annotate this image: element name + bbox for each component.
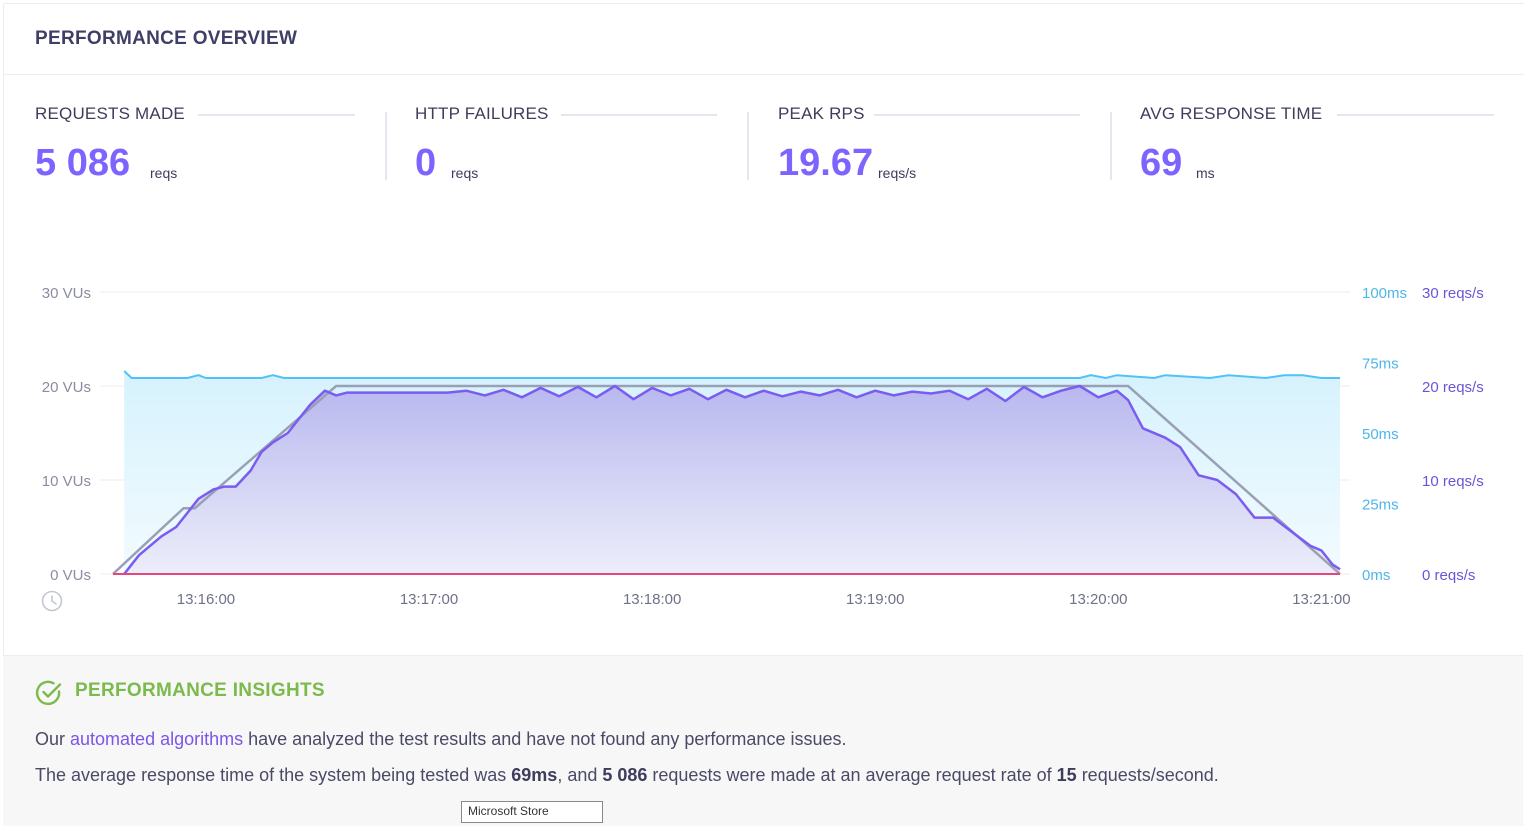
x-axis-tick-label: 13:17:00 <box>400 591 458 608</box>
x-axis-tick-label: 13:20:00 <box>1069 591 1127 608</box>
rps-axis-tick-label: 30 reqs/s <box>1422 285 1484 302</box>
insight-text: have analyzed the test results and have … <box>243 729 847 749</box>
insight-text: The average response time of the system … <box>35 765 512 785</box>
x-axis-tick-label: 13:19:00 <box>846 591 904 608</box>
insight-text: Our <box>35 729 71 749</box>
automated-algorithms-link[interactable]: automated algorithms <box>70 729 243 749</box>
ms-axis-tick-label: 100ms <box>1362 285 1407 302</box>
rps-axis-tick-label: 0 reqs/s <box>1422 567 1475 584</box>
performance-chart[interactable]: 0 VUs 10 VUs 20 VUs 30 VUs 0ms 25ms 50ms 75ms 10… <box>0 0 1524 650</box>
ms-axis-tick-label: 75ms <box>1362 356 1399 373</box>
ms-axis-tick-label: 0ms <box>1362 567 1390 584</box>
avg-rate-value: 15 <box>1056 765 1077 785</box>
x-axis-tick-label: 13:21:00 <box>1292 591 1350 608</box>
insights-title: PERFORMANCE INSIGHTS <box>75 680 325 701</box>
rps-axis-tick-label: 10 reqs/s <box>1422 473 1484 490</box>
tooltip: Microsoft Store <box>461 801 603 823</box>
y-axis-tick-label: 20 VUs <box>42 379 91 396</box>
y-axis-tick-label: 10 VUs <box>42 473 91 490</box>
requests-value: 5 086 <box>602 765 648 785</box>
check-circle-icon <box>35 680 62 706</box>
insight-text: requests were made at an average request… <box>647 765 1057 785</box>
x-axis-tick-label: 13:18:00 <box>623 591 681 608</box>
x-axis-tick-label: 13:16:00 <box>177 591 235 608</box>
insight-text: requests/second. <box>1076 765 1219 785</box>
ms-axis-tick-label: 25ms <box>1362 497 1399 514</box>
insight-text-1: Our automated algorithms have analyzed t… <box>35 729 846 750</box>
response-time-line <box>123 370 1340 380</box>
y-axis-tick-label: 0 VUs <box>50 567 91 584</box>
rps-axis-tick-label: 20 reqs/s <box>1422 379 1484 396</box>
avg-response-value: 69ms <box>511 765 558 785</box>
ms-axis-tick-label: 50ms <box>1362 426 1399 443</box>
insight-text-2: The average response time of the system … <box>35 765 1219 786</box>
y-axis-tick-label: 30 VUs <box>42 285 91 302</box>
insight-text: , and <box>557 765 603 785</box>
clock-icon <box>41 590 63 612</box>
